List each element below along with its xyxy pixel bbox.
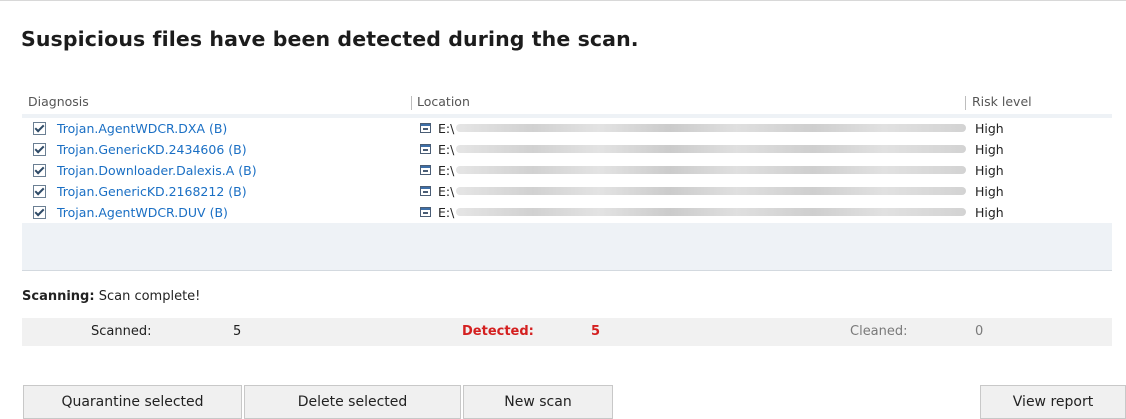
view-report-button[interactable]: View report [980, 385, 1126, 419]
file-location: E:\ [438, 184, 455, 199]
column-header-diagnosis[interactable]: Diagnosis [28, 94, 89, 109]
page-title: Suspicious files have been detected duri… [21, 27, 639, 51]
column-divider[interactable] [411, 96, 412, 110]
risk-level: High [975, 205, 1004, 220]
checkbox-checked-icon[interactable] [33, 164, 46, 177]
file-location: E:\ [438, 205, 455, 220]
checkbox-checked-icon[interactable] [33, 122, 46, 135]
column-divider[interactable] [965, 96, 966, 110]
redacted-path [456, 208, 966, 216]
quarantine-selected-button[interactable]: Quarantine selected [23, 385, 242, 419]
table-header: Diagnosis Location Risk level [22, 92, 1112, 112]
scan-stats-bar: Scanned: 5 Detected: 5 Cleaned: 0 [22, 318, 1112, 346]
scanned-label: Scanned: [91, 324, 152, 339]
scanned-count: 5 [233, 324, 242, 339]
diagnosis-name[interactable]: Trojan.AgentWDCR.DXA (B) [57, 121, 227, 136]
redacted-path [456, 145, 966, 153]
table-row[interactable]: Trojan.GenericKD.2434606 (B) E:\ High [22, 139, 1112, 160]
delete-selected-button[interactable]: Delete selected [244, 385, 461, 419]
drive-icon [420, 144, 431, 154]
redacted-path [456, 124, 966, 132]
top-border [0, 0, 1126, 1]
checkbox-checked-icon[interactable] [33, 185, 46, 198]
scan-status: Scanning: Scan complete! [22, 289, 200, 304]
risk-level: High [975, 121, 1004, 136]
table-row[interactable]: Trojan.AgentWDCR.DUV (B) E:\ High [22, 202, 1112, 223]
file-location: E:\ [438, 163, 455, 178]
table-row[interactable]: Trojan.Downloader.Dalexis.A (B) E:\ High [22, 160, 1112, 181]
detected-label: Detected: [462, 324, 534, 339]
new-scan-button[interactable]: New scan [463, 385, 613, 419]
drive-icon [420, 207, 431, 217]
drive-icon [420, 123, 431, 133]
redacted-path [456, 187, 966, 195]
checkbox-checked-icon[interactable] [33, 143, 46, 156]
risk-level: High [975, 184, 1004, 199]
column-header-risk-level[interactable]: Risk level [972, 94, 1032, 109]
column-header-location[interactable]: Location [417, 94, 470, 109]
file-location: E:\ [438, 142, 455, 157]
drive-icon [420, 186, 431, 196]
diagnosis-name[interactable]: Trojan.GenericKD.2168212 (B) [57, 184, 247, 199]
detected-files-list: Trojan.AgentWDCR.DXA (B) E:\ High Trojan… [22, 114, 1112, 271]
drive-icon [420, 165, 431, 175]
scan-status-value: Scan complete! [98, 289, 201, 304]
detected-count: 5 [591, 324, 601, 339]
diagnosis-name[interactable]: Trojan.AgentWDCR.DUV (B) [57, 205, 228, 220]
cleaned-count: 0 [975, 324, 984, 339]
cleaned-label: Cleaned: [850, 324, 908, 339]
table-row[interactable]: Trojan.AgentWDCR.DXA (B) E:\ High [22, 118, 1112, 139]
diagnosis-name[interactable]: Trojan.GenericKD.2434606 (B) [57, 142, 247, 157]
file-location: E:\ [438, 121, 455, 136]
risk-level: High [975, 142, 1004, 157]
checkbox-checked-icon[interactable] [33, 206, 46, 219]
diagnosis-name[interactable]: Trojan.Downloader.Dalexis.A (B) [57, 163, 257, 178]
risk-level: High [975, 163, 1004, 178]
redacted-path [456, 166, 966, 174]
table-row[interactable]: Trojan.GenericKD.2168212 (B) E:\ High [22, 181, 1112, 202]
scan-status-label: Scanning: [22, 289, 95, 304]
